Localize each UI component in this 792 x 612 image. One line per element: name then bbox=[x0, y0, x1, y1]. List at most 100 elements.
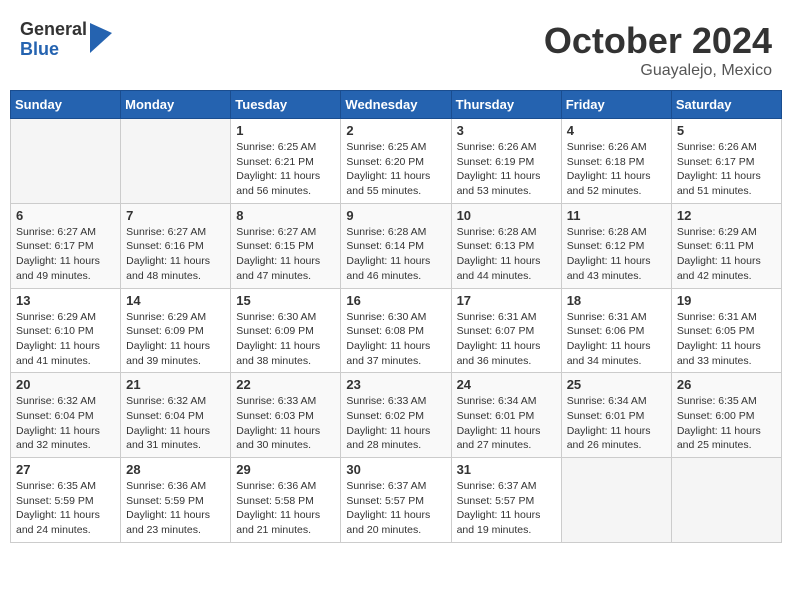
weekday-header-saturday: Saturday bbox=[671, 91, 781, 119]
calendar-cell: 21Sunrise: 6:32 AMSunset: 6:04 PMDayligh… bbox=[121, 373, 231, 458]
calendar-cell: 25Sunrise: 6:34 AMSunset: 6:01 PMDayligh… bbox=[561, 373, 671, 458]
calendar-cell: 30Sunrise: 6:37 AMSunset: 5:57 PMDayligh… bbox=[341, 458, 451, 543]
calendar-cell: 8 Sunrise: 6:27 AMSunset: 6:15 PMDaylight… bbox=[231, 203, 341, 288]
day-info: Sunrise: 6:35 AMSunset: 6:00 PMDaylight:… bbox=[677, 394, 776, 453]
week-row-5: 27 Sunrise: 6:35 AMSunset: 5:59 PMDayligh… bbox=[11, 458, 782, 543]
calendar-cell: 23 Sunrise: 6:33 AMSunset: 6:02 PMDayligh… bbox=[341, 373, 451, 458]
calendar-cell: 1 Sunrise: 6:25 AMSunset: 6:21 PMDaylight… bbox=[231, 119, 341, 204]
day-info: Sunrise: 6:36 AMSunset: 5:58 PMDaylight:… bbox=[236, 479, 335, 538]
weekday-header-tuesday: Tuesday bbox=[231, 91, 341, 119]
day-info: Sunrise: 6:26 AMSunset: 6:17 PMDaylight:… bbox=[677, 140, 776, 199]
day-info: Sunrise: 6:30 AMSunset: 6:09 PMDaylight:… bbox=[236, 310, 335, 369]
calendar-table: SundayMondayTuesdayWednesdayThursdayFrid… bbox=[10, 90, 782, 543]
calendar-cell: 15Sunrise: 6:30 AMSunset: 6:09 PMDayligh… bbox=[231, 288, 341, 373]
logo: General Blue bbox=[20, 20, 112, 60]
day-number: 19 bbox=[677, 293, 776, 308]
day-number: 31 bbox=[457, 462, 556, 477]
calendar-cell: 17 Sunrise: 6:31 AMSunset: 6:07 PMDayligh… bbox=[451, 288, 561, 373]
calendar-cell: 10Sunrise: 6:28 AMSunset: 6:13 PMDayligh… bbox=[451, 203, 561, 288]
day-info: Sunrise: 6:29 AMSunset: 6:11 PMDaylight:… bbox=[677, 225, 776, 284]
day-info: Sunrise: 6:32 AMSunset: 6:04 PMDaylight:… bbox=[16, 394, 115, 453]
calendar-cell: 13Sunrise: 6:29 AMSunset: 6:10 PMDayligh… bbox=[11, 288, 121, 373]
day-info: Sunrise: 6:31 AMSunset: 6:06 PMDaylight:… bbox=[567, 310, 666, 369]
day-number: 24 bbox=[457, 377, 556, 392]
day-number: 10 bbox=[457, 208, 556, 223]
day-info: Sunrise: 6:28 AMSunset: 6:14 PMDaylight:… bbox=[346, 225, 445, 284]
day-number: 18 bbox=[567, 293, 666, 308]
day-info: Sunrise: 6:25 AMSunset: 6:20 PMDaylight:… bbox=[346, 140, 445, 199]
calendar-cell: 4Sunrise: 6:26 AMSunset: 6:18 PMDaylight… bbox=[561, 119, 671, 204]
calendar-cell bbox=[11, 119, 121, 204]
day-number: 13 bbox=[16, 293, 115, 308]
day-number: 1 bbox=[236, 123, 335, 138]
day-info: Sunrise: 6:30 AMSunset: 6:08 PMDaylight:… bbox=[346, 310, 445, 369]
weekday-header-friday: Friday bbox=[561, 91, 671, 119]
calendar-cell: 27 Sunrise: 6:35 AMSunset: 5:59 PMDayligh… bbox=[11, 458, 121, 543]
calendar-cell: 28Sunrise: 6:36 AMSunset: 5:59 PMDayligh… bbox=[121, 458, 231, 543]
location-subtitle: Guayalejo, Mexico bbox=[544, 62, 772, 80]
calendar-cell: 16 Sunrise: 6:30 AMSunset: 6:08 PMDayligh… bbox=[341, 288, 451, 373]
day-info: Sunrise: 6:27 AMSunset: 6:17 PMDaylight:… bbox=[16, 225, 115, 284]
month-title: October 2024 bbox=[544, 20, 772, 62]
calendar-body: 1 Sunrise: 6:25 AMSunset: 6:21 PMDaylight… bbox=[11, 119, 782, 543]
day-info: Sunrise: 6:37 AMSunset: 5:57 PMDaylight:… bbox=[457, 479, 556, 538]
logo-blue: Blue bbox=[20, 40, 87, 60]
calendar-cell: 9 Sunrise: 6:28 AMSunset: 6:14 PMDaylight… bbox=[341, 203, 451, 288]
day-number: 30 bbox=[346, 462, 445, 477]
day-info: Sunrise: 6:31 AMSunset: 6:07 PMDaylight:… bbox=[457, 310, 556, 369]
day-info: Sunrise: 6:32 AMSunset: 6:04 PMDaylight:… bbox=[126, 394, 225, 453]
day-number: 12 bbox=[677, 208, 776, 223]
title-block: October 2024 Guayalejo, Mexico bbox=[544, 20, 772, 80]
calendar-cell: 2 Sunrise: 6:25 AMSunset: 6:20 PMDaylight… bbox=[341, 119, 451, 204]
day-number: 23 bbox=[346, 377, 445, 392]
day-number: 26 bbox=[677, 377, 776, 392]
day-info: Sunrise: 6:34 AMSunset: 6:01 PMDaylight:… bbox=[567, 394, 666, 453]
calendar-cell: 7Sunrise: 6:27 AMSunset: 6:16 PMDaylight… bbox=[121, 203, 231, 288]
weekday-header-thursday: Thursday bbox=[451, 91, 561, 119]
day-number: 27 bbox=[16, 462, 115, 477]
page-header: General Blue October 2024 Guayalejo, Mex… bbox=[10, 10, 782, 85]
calendar-cell: 18 Sunrise: 6:31 AMSunset: 6:06 PMDayligh… bbox=[561, 288, 671, 373]
calendar-cell: 11 Sunrise: 6:28 AMSunset: 6:12 PMDayligh… bbox=[561, 203, 671, 288]
calendar-cell: 29Sunrise: 6:36 AMSunset: 5:58 PMDayligh… bbox=[231, 458, 341, 543]
calendar-cell: 20Sunrise: 6:32 AMSunset: 6:04 PMDayligh… bbox=[11, 373, 121, 458]
header-row: SundayMondayTuesdayWednesdayThursdayFrid… bbox=[11, 91, 782, 119]
calendar-cell: 6Sunrise: 6:27 AMSunset: 6:17 PMDaylight… bbox=[11, 203, 121, 288]
calendar-cell: 3 Sunrise: 6:26 AMSunset: 6:19 PMDaylight… bbox=[451, 119, 561, 204]
day-info: Sunrise: 6:31 AMSunset: 6:05 PMDaylight:… bbox=[677, 310, 776, 369]
week-row-1: 1 Sunrise: 6:25 AMSunset: 6:21 PMDaylight… bbox=[11, 119, 782, 204]
calendar-cell: 24Sunrise: 6:34 AMSunset: 6:01 PMDayligh… bbox=[451, 373, 561, 458]
week-row-4: 20Sunrise: 6:32 AMSunset: 6:04 PMDayligh… bbox=[11, 373, 782, 458]
day-number: 22 bbox=[236, 377, 335, 392]
calendar-cell bbox=[561, 458, 671, 543]
week-row-3: 13Sunrise: 6:29 AMSunset: 6:10 PMDayligh… bbox=[11, 288, 782, 373]
day-info: Sunrise: 6:33 AMSunset: 6:02 PMDaylight:… bbox=[346, 394, 445, 453]
day-number: 3 bbox=[457, 123, 556, 138]
day-number: 11 bbox=[567, 208, 666, 223]
day-number: 8 bbox=[236, 208, 335, 223]
day-number: 4 bbox=[567, 123, 666, 138]
day-info: Sunrise: 6:25 AMSunset: 6:21 PMDaylight:… bbox=[236, 140, 335, 199]
day-number: 14 bbox=[126, 293, 225, 308]
day-number: 17 bbox=[457, 293, 556, 308]
calendar-cell: 22Sunrise: 6:33 AMSunset: 6:03 PMDayligh… bbox=[231, 373, 341, 458]
day-info: Sunrise: 6:28 AMSunset: 6:12 PMDaylight:… bbox=[567, 225, 666, 284]
day-number: 2 bbox=[346, 123, 445, 138]
day-number: 16 bbox=[346, 293, 445, 308]
day-number: 28 bbox=[126, 462, 225, 477]
day-info: Sunrise: 6:27 AMSunset: 6:15 PMDaylight:… bbox=[236, 225, 335, 284]
calendar-cell: 31 Sunrise: 6:37 AMSunset: 5:57 PMDayligh… bbox=[451, 458, 561, 543]
calendar-cell: 14Sunrise: 6:29 AMSunset: 6:09 PMDayligh… bbox=[121, 288, 231, 373]
calendar-cell: 5Sunrise: 6:26 AMSunset: 6:17 PMDaylight… bbox=[671, 119, 781, 204]
calendar-cell: 19 Sunrise: 6:31 AMSunset: 6:05 PMDayligh… bbox=[671, 288, 781, 373]
logo-text: General Blue bbox=[20, 20, 87, 60]
day-number: 9 bbox=[346, 208, 445, 223]
calendar-cell: 12 Sunrise: 6:29 AMSunset: 6:11 PMDayligh… bbox=[671, 203, 781, 288]
calendar-cell bbox=[671, 458, 781, 543]
day-info: Sunrise: 6:27 AMSunset: 6:16 PMDaylight:… bbox=[126, 225, 225, 284]
day-info: Sunrise: 6:35 AMSunset: 5:59 PMDaylight:… bbox=[16, 479, 115, 538]
day-info: Sunrise: 6:26 AMSunset: 6:19 PMDaylight:… bbox=[457, 140, 556, 199]
calendar-header: SundayMondayTuesdayWednesdayThursdayFrid… bbox=[11, 91, 782, 119]
weekday-header-monday: Monday bbox=[121, 91, 231, 119]
calendar-cell bbox=[121, 119, 231, 204]
